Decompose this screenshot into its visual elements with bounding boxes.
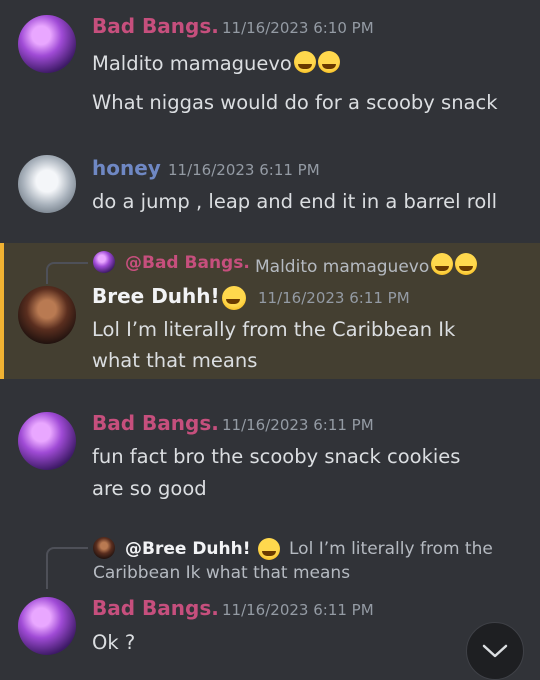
chevron-down-icon	[482, 644, 508, 658]
crying-face-icon	[317, 51, 340, 73]
reply-connector	[46, 262, 88, 284]
reply-text[interactable]: Lol I’m literally from the	[289, 539, 493, 559]
message-line: are so good	[92, 477, 207, 500]
reply-author[interactable]: @Bree Duhh!	[125, 539, 251, 559]
timestamp: 11/16/2023 6:11 PM	[222, 416, 374, 434]
avatar[interactable]	[18, 597, 76, 655]
crying-face-icon	[431, 253, 454, 275]
message-line: Maldito mamaguevo	[92, 48, 340, 80]
avatar[interactable]	[18, 412, 76, 470]
author-name[interactable]: honey	[92, 156, 161, 180]
author-name[interactable]: Bad Bangs.	[92, 411, 219, 435]
avatar[interactable]	[18, 155, 76, 213]
shushing-face-icon	[258, 538, 280, 560]
crying-face-icon	[455, 253, 478, 275]
timestamp: 11/16/2023 6:10 PM	[222, 19, 374, 37]
author-name[interactable]: Bad Bangs.	[92, 14, 219, 38]
reply-text: Maldito mamaguevo	[255, 257, 430, 277]
message-line: What niggas would do for a scooby snack	[92, 91, 498, 114]
reply-text-continued[interactable]: Caribbean Ik what that means	[93, 563, 350, 583]
message-line: do a jump , leap and end it in a barrel …	[92, 190, 498, 213]
jump-to-present-button[interactable]	[466, 622, 524, 680]
reply-avatar	[93, 537, 115, 559]
timestamp: 11/16/2023 6:11 PM	[258, 289, 410, 307]
author-name[interactable]: Bad Bangs.	[92, 596, 219, 620]
avatar[interactable]	[18, 15, 76, 73]
message-line: fun fact bro the scooby snack cookies	[92, 445, 461, 468]
shushing-face-icon	[222, 286, 246, 310]
timestamp: 11/16/2023 6:11 PM	[168, 161, 320, 179]
message-line: what that means	[92, 349, 258, 372]
crying-face-icon	[293, 51, 316, 73]
avatar[interactable]	[18, 286, 76, 344]
timestamp: 11/16/2023 6:11 PM	[222, 601, 374, 619]
reply-author[interactable]: @Bad Bangs.	[125, 253, 250, 273]
reply-avatar	[93, 251, 115, 273]
reply-preview[interactable]: Maldito mamaguevo	[255, 253, 478, 277]
message-text: Maldito mamaguevo	[92, 52, 292, 75]
message-line: Lol I’m literally from the Caribbean Ik	[92, 318, 456, 341]
reply-connector	[46, 547, 88, 589]
author-name[interactable]: Bree Duhh!	[92, 284, 220, 308]
message-line: Ok ?	[92, 631, 136, 654]
mention-bar	[0, 243, 4, 379]
